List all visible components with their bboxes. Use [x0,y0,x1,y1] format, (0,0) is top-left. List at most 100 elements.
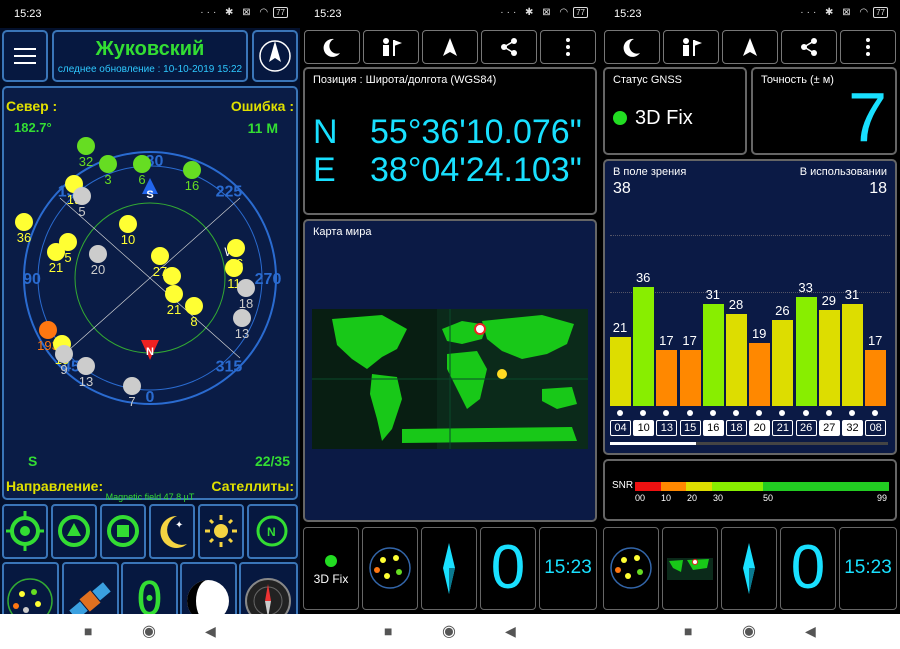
satellite-dot [185,297,203,315]
crosshair-icon [6,511,44,551]
accuracy-tile[interactable]: 0 [480,527,536,610]
gps-target-button[interactable] [2,504,48,559]
compass-needle-tile[interactable] [421,527,477,610]
status-bar: 15:23 ··· ✱ ⊠ ◠ 77 [300,0,600,28]
satellite-dot [15,213,33,231]
sat-prn-label: 04 [610,420,631,436]
recents-button[interactable]: ■ [84,623,92,639]
compass-needle-tile[interactable] [721,527,777,610]
recents-button[interactable]: ■ [384,623,392,639]
clock-tile[interactable]: 15:23 [839,527,897,610]
snr-value-label: 17 [682,332,697,348]
compass-rose-icon [259,40,291,72]
home-button[interactable]: ◉ [742,621,756,641]
snr-value-label: 19 [751,326,767,342]
satellite-dot [77,357,95,375]
waypoint-button[interactable] [363,30,419,64]
satellite-dot [237,279,255,297]
sat-dot [709,410,716,416]
snr-tick: 50 [763,493,774,503]
compass-degree: 270 [255,271,282,288]
fix-indicator [325,555,337,567]
square-target-icon [107,515,139,547]
radar-icon [610,547,652,589]
menu-button[interactable] [2,30,48,82]
waypoint-triangle-button[interactable] [51,504,97,559]
world-map[interactable] [312,309,588,449]
home-button[interactable]: ◉ [142,621,156,641]
moon-stars-icon: ✦ [160,515,187,548]
skyview-panel: Север : 182.7° Ошибка : 11 M 18013522590… [2,86,298,502]
satellite-dot [119,215,137,233]
snr-bar [610,336,631,406]
navigate-button[interactable] [422,30,478,64]
snr-bar [795,297,817,406]
chart-gridline [610,235,890,236]
back-button[interactable]: ◀ [205,623,216,640]
satellite-dot [55,345,73,363]
screen-gnss-status: 15:23 ··· ✱ ⊠ ◠ 77 Статус GNSS 3D Fix Точ… [600,0,900,649]
satellite-dot [227,239,245,257]
sat-prn-label: 16 [702,420,724,436]
recents-button[interactable]: ■ [684,623,692,639]
snr-value-label: 36 [635,270,651,286]
satellite-dot [73,187,91,205]
sat-dot [640,410,647,416]
compass-degree: 225 [216,183,243,200]
sun-icon [205,515,237,547]
satellite-id: 13 [79,374,93,389]
sat-prn-label: 26 [795,420,817,436]
screen-position: 15:23 ··· ✱ ⊠ ◠ 77 Позиция : Широта/долго… [300,0,600,649]
position-label: Позиция : Широта/долгота (WGS84) [313,74,497,86]
satellite-id: 16 [185,178,199,193]
nav-bar: ■ ◉ ◀ [0,614,300,649]
night-mode-button[interactable]: ✦ [149,504,195,559]
moon-icon [323,38,340,57]
south-letter: S [28,453,38,469]
location-header: Жуковский следнее обновление : 10-10-201… [52,30,248,82]
more-vert-icon [566,38,570,56]
compass-mode-button[interactable] [252,30,298,82]
accuracy-tile[interactable]: 0 [780,527,836,610]
satellite-dot [89,245,107,263]
needle-icon [743,543,755,594]
compass-button[interactable]: N [247,504,298,559]
satellite-id: 5 [78,204,85,219]
snr-tick: 99 [877,493,888,503]
satellite-dot [165,285,183,303]
status-time: 15:23 [314,8,342,20]
skyview-tile[interactable] [362,527,418,610]
satellite-id: 8 [190,314,197,329]
chart-scrollbar[interactable] [610,442,888,445]
compass-degree: 315 [216,359,243,376]
clock-tile[interactable]: 15:23 [539,527,597,610]
snr-value-label: 29 [821,293,837,309]
skyview-tile[interactable] [603,527,659,610]
scrollbar-thumb[interactable] [610,442,696,445]
sat-dot [733,410,739,416]
night-mode-button[interactable] [304,30,360,64]
map-label: Карта мира [313,226,372,238]
sun-button[interactable] [198,504,244,559]
sat-prn-label: 21 [772,420,794,436]
satellite-dot [133,155,151,173]
latitude: 55°36'10.076" [370,113,582,151]
stop-target-button[interactable] [100,504,146,559]
back-button[interactable]: ◀ [505,623,516,640]
map-tile[interactable] [662,527,718,610]
person-flag-icon [383,38,402,56]
snr-value-label: 17 [659,332,674,348]
home-button[interactable]: ◉ [442,621,456,641]
world-map-panel: Карта мира [303,219,597,522]
fix-tile[interactable]: 3D Fix [303,527,359,610]
snr-tick: 20 [687,493,698,503]
share-button[interactable] [481,30,537,64]
satellite-dot [233,309,251,327]
snr-bar [865,349,887,406]
satellite-dot [39,321,57,339]
more-button[interactable] [540,30,596,64]
satellite-id: 6 [138,172,145,187]
back-button[interactable]: ◀ [805,623,816,640]
snr-tick: 30 [713,493,724,503]
satellite-id: 10 [121,232,135,247]
